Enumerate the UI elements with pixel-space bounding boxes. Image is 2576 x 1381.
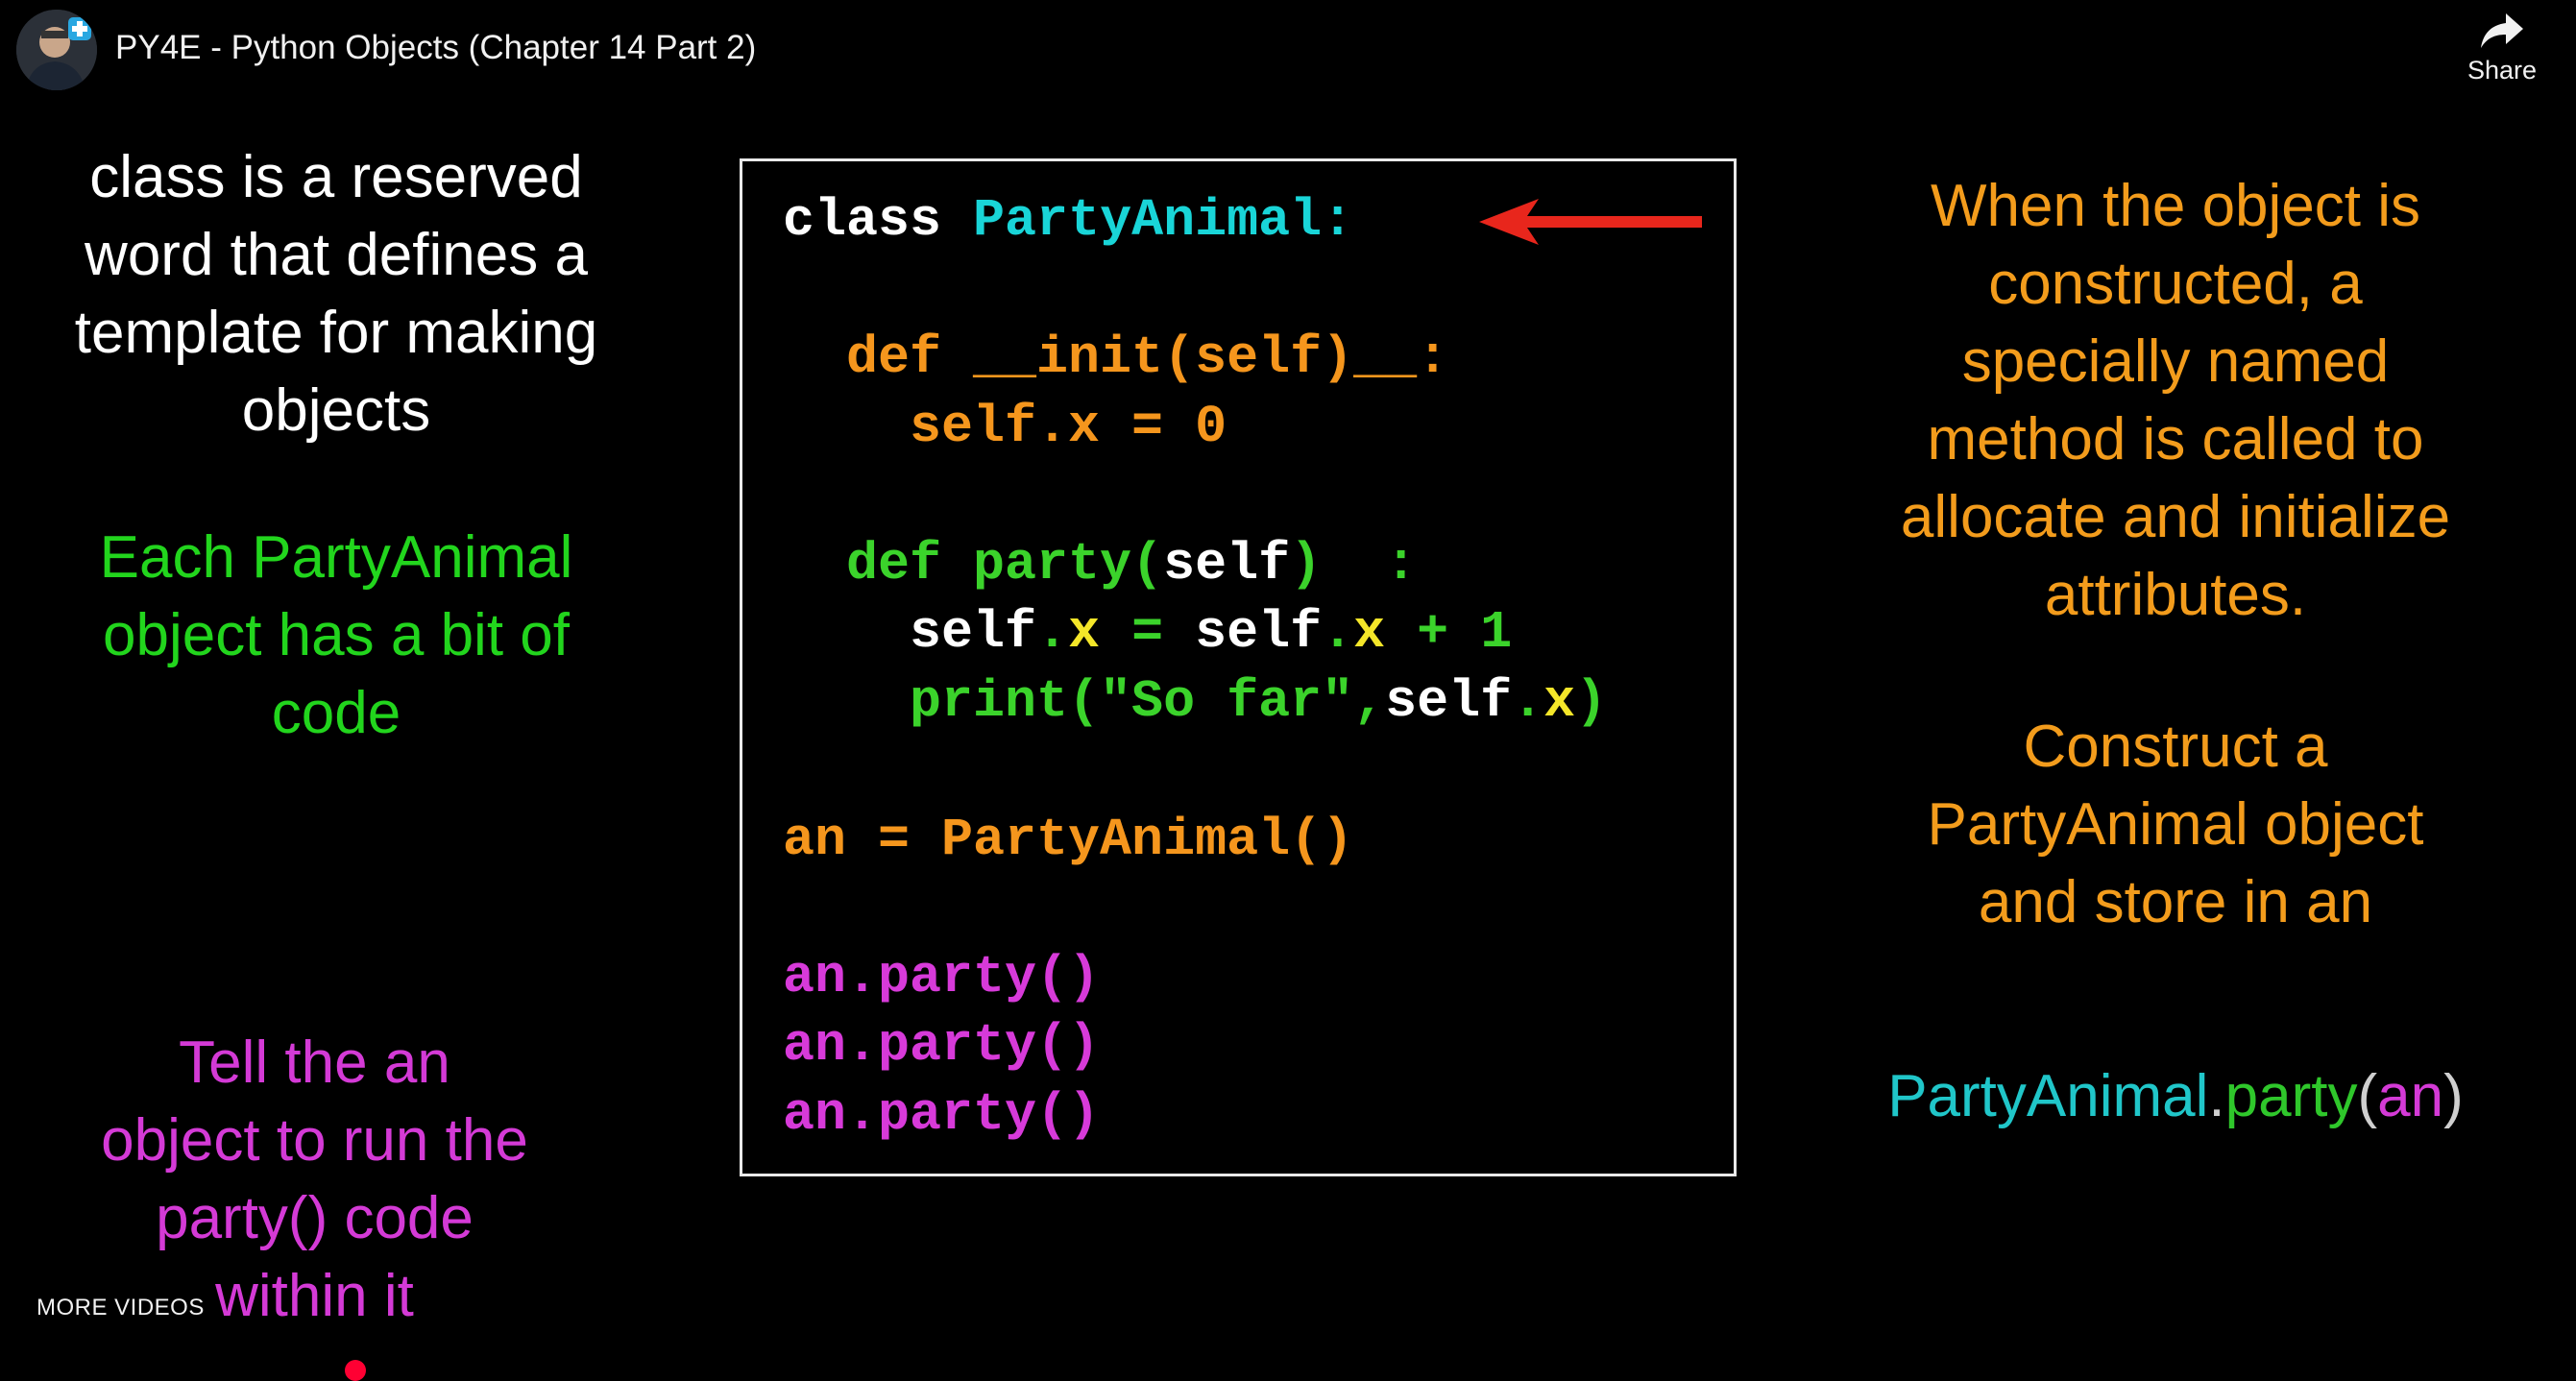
avatar-image (16, 10, 97, 90)
channel-avatar[interactable] (16, 10, 97, 90)
class-note-line: objects (241, 377, 431, 444)
constructed-note-line: specially named (1961, 328, 2390, 395)
code-line-party-call: an.party() (783, 1084, 1101, 1145)
constructed-note: When the object is constructed, a specia… (1859, 167, 2492, 634)
construct-note-line: Construct a (2023, 714, 2328, 780)
share-arrow-icon (2481, 13, 2523, 48)
constructed-note-line: When the object is (1930, 173, 2421, 239)
more-videos-button[interactable]: MORE VIDEOS (36, 1295, 205, 1321)
construct-note-line: and store in an (1978, 869, 2373, 935)
each-note: Each PartyAnimal object has a bit of cod… (38, 519, 634, 752)
construct-note: Construct a PartyAnimal object and store… (1859, 708, 2492, 941)
constructed-note-line: method is called to (1927, 406, 2424, 472)
code-line-increment: self.x = self.x + 1 (783, 602, 1513, 663)
code-line-class: class PartyAnimal: (783, 190, 1354, 251)
code-line-construct: an = PartyAnimal() (783, 810, 1354, 870)
class-note-line: template for making (74, 300, 598, 366)
tell-note-line: object to run the (101, 1107, 528, 1174)
progress-scrubber[interactable] (345, 1360, 366, 1381)
video-title[interactable]: PY4E - Python Objects (Chapter 14 Part 2… (115, 29, 756, 67)
constructed-note-line: attributes. (2044, 562, 2307, 628)
code-line-print: print("So far",self.x) (783, 671, 1608, 732)
code-line-self-x: self.x = 0 (783, 397, 1227, 457)
share-button[interactable]: Share (2459, 10, 2545, 106)
code-line-party-call: an.party() (783, 947, 1101, 1007)
tell-note-line: party() code (156, 1185, 474, 1251)
constructed-note-line: constructed, a (1988, 251, 2363, 317)
class-note: class is a reserved word that defines a … (38, 138, 634, 449)
constructed-note-line: allocate and initialize (1900, 484, 2451, 550)
tell-note-line: Tell the an (179, 1030, 450, 1096)
each-note-line: object has a bit of (103, 602, 570, 668)
red-arrow-icon (1479, 199, 1702, 245)
class-note-line: word that defines a (85, 222, 588, 288)
class-note-line: class is a reserved (89, 144, 583, 210)
each-note-line: Each PartyAnimal (99, 524, 573, 591)
share-label: Share (2467, 56, 2538, 85)
each-note-line: code (271, 680, 401, 746)
code-line-init: def __init(self)__: (783, 327, 1449, 388)
code-line-party-call: an.party() (783, 1015, 1101, 1076)
tell-note: Tell the an object to run the party() co… (29, 1024, 600, 1335)
code-line-def-party: def party(self) : (783, 534, 1418, 594)
code-box: class PartyAnimal: def __init(self)__: s… (740, 158, 1737, 1176)
construct-note-line: PartyAnimal object (1927, 791, 2424, 858)
call-form: PartyAnimal.party(an) (1887, 1063, 2464, 1129)
